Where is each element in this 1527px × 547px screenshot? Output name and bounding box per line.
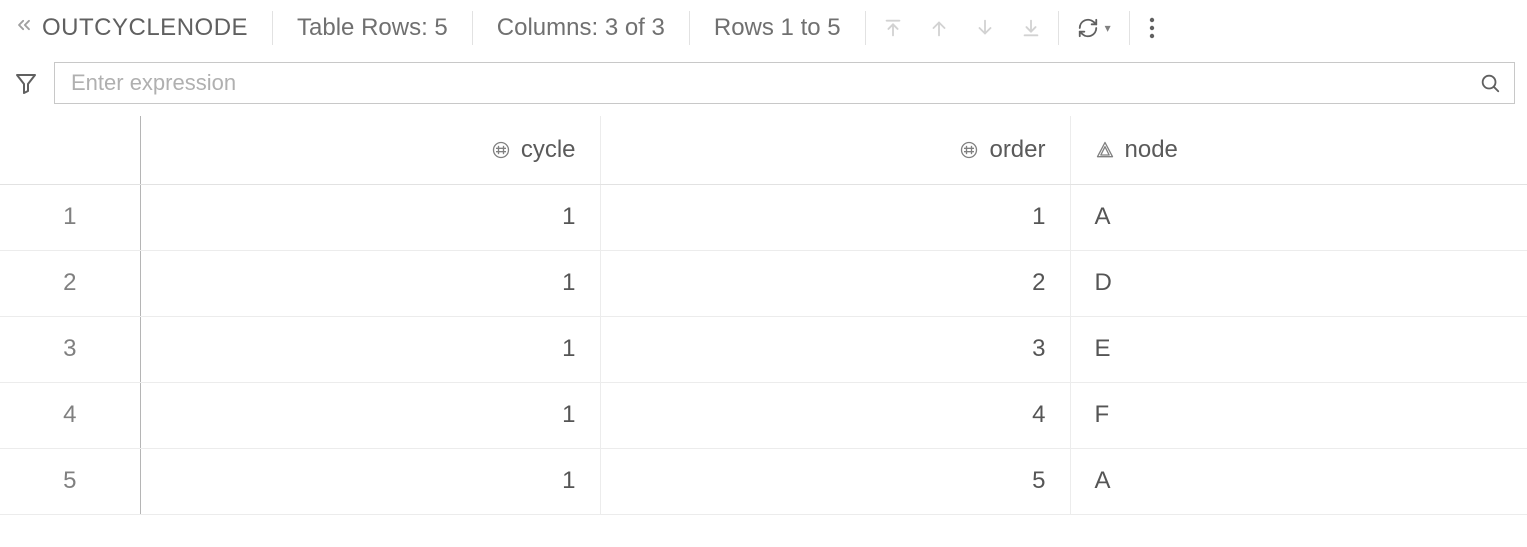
row-number: 2	[0, 250, 140, 316]
rownum-header	[0, 116, 140, 184]
funnel-icon	[14, 71, 38, 95]
rows-range-stat: Rows 1 to 5	[689, 11, 865, 45]
go-prev-button[interactable]	[928, 17, 950, 39]
table-row[interactable]: 5 1 5 A	[0, 448, 1527, 514]
filter-button[interactable]	[12, 69, 40, 97]
more-menu-button[interactable]	[1129, 11, 1174, 45]
arrow-to-top-icon	[882, 17, 904, 39]
refresh-icon	[1077, 17, 1099, 39]
table-rows-stat: Table Rows: 5	[272, 11, 472, 45]
go-first-button[interactable]	[882, 17, 904, 39]
table-row[interactable]: 4 1 4 F	[0, 382, 1527, 448]
go-next-button[interactable]	[974, 17, 996, 39]
data-table-wrap: cycle o	[0, 116, 1527, 515]
cell-node: A	[1070, 184, 1527, 250]
chevron-double-left-icon	[14, 15, 34, 35]
cell-cycle: 1	[140, 184, 600, 250]
expression-input[interactable]	[69, 69, 1476, 97]
cell-cycle: 1	[140, 250, 600, 316]
more-vertical-icon	[1148, 16, 1156, 40]
col-header-node[interactable]: node	[1070, 116, 1527, 184]
col-header-cycle[interactable]: cycle	[140, 116, 600, 184]
arrow-down-icon	[974, 17, 996, 39]
cell-order: 5	[600, 448, 1070, 514]
cell-node: F	[1070, 382, 1527, 448]
row-nav-group	[865, 11, 1058, 45]
filter-bar	[0, 56, 1527, 116]
data-table: cycle o	[0, 116, 1527, 515]
cell-order: 2	[600, 250, 1070, 316]
expression-box	[54, 62, 1515, 104]
columns-stat: Columns: 3 of 3	[472, 11, 689, 45]
refresh-dropdown-caret[interactable]: ▾	[1105, 21, 1111, 35]
col-header-label: node	[1125, 136, 1178, 164]
row-number: 4	[0, 382, 140, 448]
row-number: 5	[0, 448, 140, 514]
col-header-label: cycle	[521, 136, 576, 164]
table-header-row: cycle o	[0, 116, 1527, 184]
cell-order: 3	[600, 316, 1070, 382]
toolbar: OUTCYCLENODE Table Rows: 5 Columns: 3 of…	[0, 0, 1527, 56]
expression-search-button[interactable]	[1476, 69, 1504, 97]
table-row[interactable]: 3 1 3 E	[0, 316, 1527, 382]
cell-cycle: 1	[140, 382, 600, 448]
col-header-label: order	[989, 136, 1045, 164]
arrow-to-bottom-icon	[1020, 17, 1042, 39]
cell-node: E	[1070, 316, 1527, 382]
cell-node: D	[1070, 250, 1527, 316]
search-icon	[1479, 72, 1501, 94]
table-title: OUTCYCLENODE	[42, 14, 272, 42]
character-type-icon	[1095, 136, 1115, 164]
numeric-type-icon	[491, 136, 511, 164]
row-number: 3	[0, 316, 140, 382]
cell-cycle: 1	[140, 316, 600, 382]
cell-order: 1	[600, 184, 1070, 250]
cell-node: A	[1070, 448, 1527, 514]
back-button[interactable]	[10, 15, 42, 41]
refresh-button[interactable]: ▾	[1058, 11, 1129, 45]
arrow-up-icon	[928, 17, 950, 39]
cell-order: 4	[600, 382, 1070, 448]
table-row[interactable]: 1 1 1 A	[0, 184, 1527, 250]
table-row[interactable]: 2 1 2 D	[0, 250, 1527, 316]
col-header-order[interactable]: order	[600, 116, 1070, 184]
numeric-type-icon	[959, 136, 979, 164]
go-last-button[interactable]	[1020, 17, 1042, 39]
cell-cycle: 1	[140, 448, 600, 514]
row-number: 1	[0, 184, 140, 250]
